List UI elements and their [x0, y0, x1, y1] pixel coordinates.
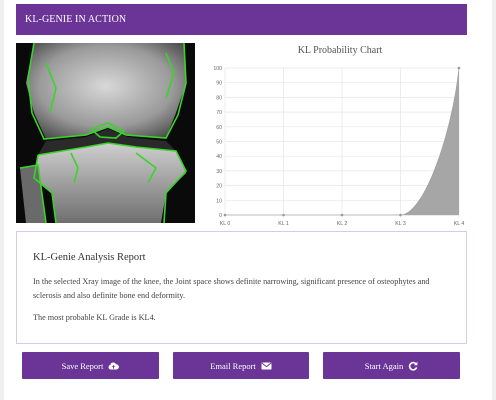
y-tick-label: 100	[213, 66, 222, 72]
save-report-button[interactable]: Save Report	[22, 352, 159, 379]
refresh-icon	[409, 361, 418, 371]
data-point	[457, 66, 461, 70]
x-tick-label: KL 2	[337, 221, 348, 227]
y-tick-label: 90	[216, 81, 222, 87]
email-report-button[interactable]: Email Report	[173, 352, 309, 379]
data-point	[340, 213, 344, 217]
data-point	[223, 213, 227, 217]
y-tick-label: 50	[216, 140, 222, 146]
y-tick-label: 60	[216, 125, 222, 131]
report-paragraph-findings: In the selected Xray image of the knee, …	[33, 277, 430, 300]
start-again-button[interactable]: Start Again	[323, 352, 460, 379]
envelope-icon	[261, 362, 272, 369]
y-tick-label: 80	[216, 95, 222, 101]
email-report-label: Email Report	[210, 360, 256, 371]
start-again-label: Start Again	[364, 360, 404, 371]
page-header: KL-GENIE IN ACTION	[16, 4, 467, 35]
y-tick-label: 10	[216, 198, 222, 204]
x-tick-label: KL 0	[220, 221, 231, 227]
page-title: KL-GENIE IN ACTION	[25, 14, 127, 25]
report-title: KL-Genie Analysis Report	[33, 252, 146, 263]
x-tick-label: KL 1	[278, 221, 289, 227]
xray-image	[16, 43, 195, 223]
x-tick-label: KL 3	[395, 221, 406, 227]
y-tick-label: 0	[219, 213, 222, 219]
chart-plot: 0 10 20 30 40 50 60 70 80 90 100 KL 0 KL 1 KL 2 KL 3 KL…	[213, 66, 465, 227]
cloud-upload-icon	[108, 362, 120, 370]
data-point	[282, 213, 285, 217]
y-tick-label: 70	[216, 110, 222, 116]
y-tick-label: 40	[216, 154, 222, 160]
xray-picture	[16, 43, 195, 223]
save-report-label: Save Report	[61, 360, 104, 371]
analysis-report: KL-Genie Analysis Report In the selected…	[16, 231, 467, 344]
y-tick-label: 30	[216, 169, 222, 175]
y-tick-label: 20	[216, 184, 222, 190]
kl-probability-chart: KL Probability Chart 0 10 20 30 40 50 60 70 80 90…	[210, 42, 470, 232]
data-point	[399, 213, 402, 217]
x-tick-label: KL 4	[454, 221, 465, 227]
report-paragraph-grade: The most probable KL Grade is KL4.	[33, 313, 156, 322]
